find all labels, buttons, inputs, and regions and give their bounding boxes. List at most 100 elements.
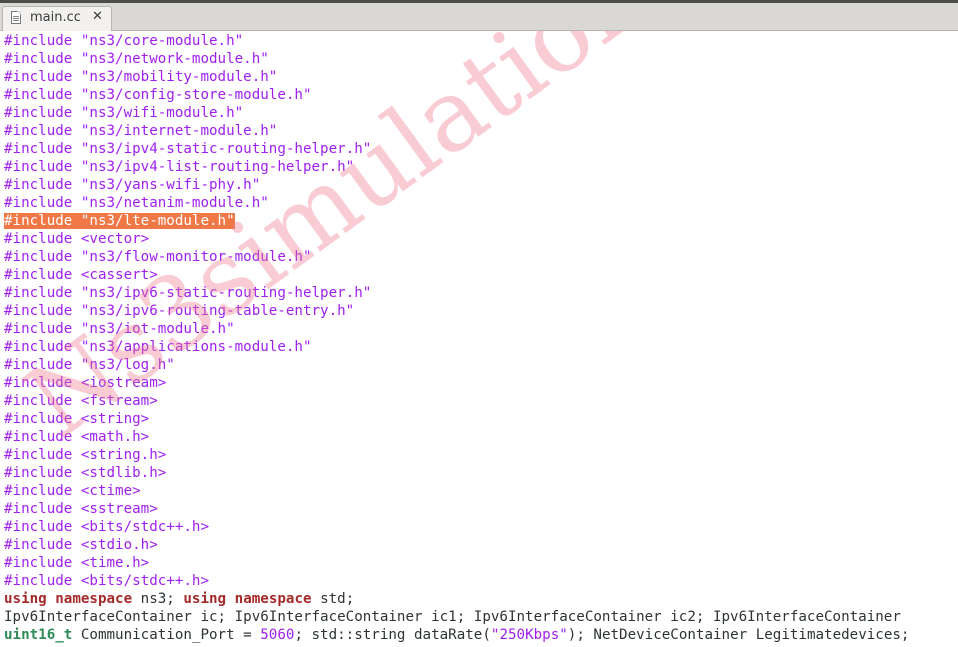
code-token-pre: #include <stdio.h> bbox=[4, 537, 158, 553]
code-line[interactable]: #include "ns3/ipv4-list-routing-helper.h… bbox=[4, 158, 909, 176]
code-line-text: Ipv6InterfaceContainer ic; Ipv6Interface… bbox=[4, 609, 901, 625]
code-line[interactable]: #include <bits/stdc++.h> bbox=[4, 518, 909, 536]
code-line[interactable]: #include "ns3/config-store-module.h" bbox=[4, 86, 909, 104]
code-line-text: #include <string.h> bbox=[4, 447, 166, 463]
code-line-text: #include <time.h> bbox=[4, 555, 149, 571]
code-line-text: #include <bits/stdc++.h> bbox=[4, 573, 209, 589]
code-line-text: #include "ns3/yans-wifi-phy.h" bbox=[4, 177, 260, 193]
code-line-text: #include <vector> bbox=[4, 231, 149, 247]
code-line-selected[interactable]: #include "ns3/lte-module.h" bbox=[4, 212, 909, 230]
code-line[interactable]: #include "ns3/netanim-module.h" bbox=[4, 194, 909, 212]
code-line[interactable]: #include "ns3/log.h" bbox=[4, 356, 909, 374]
code-line-text: #include <cassert> bbox=[4, 267, 158, 283]
code-line-text: #include "ns3/netanim-module.h" bbox=[4, 195, 269, 211]
code-token-pre: #include <stdlib.h> bbox=[4, 465, 167, 481]
code-token-plain: Ipv6InterfaceContainer ic; Ipv6Interface… bbox=[4, 609, 901, 625]
code-token-pre: #include <fstream> bbox=[4, 393, 158, 409]
code-text[interactable]: #include "ns3/core-module.h" #include "ns… bbox=[4, 32, 909, 644]
code-token-num: 5060 bbox=[260, 627, 295, 643]
code-token-pre: #include "ns3/mobility-module.h" bbox=[4, 69, 278, 85]
code-token-kw: using bbox=[183, 591, 227, 607]
code-line[interactable]: #include "ns3/internet-module.h" bbox=[4, 122, 909, 140]
code-editor[interactable]: #include "ns3/core-module.h" #include "ns… bbox=[0, 31, 958, 647]
code-token-pre: #include <bits/stdc++.h> bbox=[4, 519, 209, 535]
code-line-text: #include "ns3/applications-module.h" bbox=[4, 339, 312, 355]
code-token-pre: #include "ns3/ipv6-routing-table-entry.h… bbox=[4, 303, 355, 319]
code-token-kw: namespace bbox=[234, 591, 312, 607]
code-line[interactable]: #include "ns3/network-module.h" bbox=[4, 50, 909, 68]
code-line[interactable]: #include <string> bbox=[4, 410, 909, 428]
code-token-pre: #include <vector> bbox=[4, 231, 150, 247]
code-token-pre: #include "ns3/lte-module.h" bbox=[4, 213, 235, 229]
code-token-pre: #include "ns3/core-module.h" bbox=[4, 33, 244, 49]
code-line[interactable]: #include <ctime> bbox=[4, 482, 909, 500]
code-line-text: #include <string> bbox=[4, 411, 149, 427]
code-token-pre: #include "ns3/iot-module.h" bbox=[4, 321, 235, 337]
code-token-pre: #include "ns3/log.h" bbox=[4, 357, 175, 373]
code-token-pre: #include "ns3/flow-monitor-module.h" bbox=[4, 249, 312, 265]
code-line[interactable]: #include <vector> bbox=[4, 230, 909, 248]
code-line[interactable]: #include <stdio.h> bbox=[4, 536, 909, 554]
code-token-pre: #include "ns3/applications-module.h" bbox=[4, 339, 312, 355]
code-line-text: #include "ns3/config-store-module.h" bbox=[4, 87, 312, 103]
code-line[interactable]: #include "ns3/ipv6-static-routing-helper… bbox=[4, 284, 909, 302]
code-line[interactable]: #include <math.h> bbox=[4, 428, 909, 446]
code-line[interactable]: #include "ns3/applications-module.h" bbox=[4, 338, 909, 356]
code-line-text: #include "ns3/log.h" bbox=[4, 357, 175, 373]
code-line-text: #include "ns3/lte-module.h" bbox=[4, 213, 235, 229]
code-line-text: #include "ns3/mobility-module.h" bbox=[4, 69, 277, 85]
code-line[interactable]: #include "ns3/ipv6-routing-table-entry.h… bbox=[4, 302, 909, 320]
code-token-plain: ; std::string dataRate( bbox=[294, 627, 491, 643]
code-line-text: #include <stdio.h> bbox=[4, 537, 158, 553]
code-token-pre: #include "ns3/ipv4-list-routing-helper.h… bbox=[4, 159, 355, 175]
code-line[interactable]: #include "ns3/core-module.h" bbox=[4, 32, 909, 50]
code-line-text: #include "ns3/internet-module.h" bbox=[4, 123, 277, 139]
code-line-text: #include <stdlib.h> bbox=[4, 465, 166, 481]
close-icon[interactable]: ✕ bbox=[92, 9, 103, 25]
code-line[interactable]: Ipv6InterfaceContainer ic; Ipv6Interface… bbox=[4, 608, 909, 626]
code-token-pre: #include <time.h> bbox=[4, 555, 150, 571]
code-token-pre: #include <string.h> bbox=[4, 447, 167, 463]
code-line[interactable]: #include "ns3/flow-monitor-module.h" bbox=[4, 248, 909, 266]
code-line-text: using namespace ns3; using namespace std… bbox=[4, 591, 354, 607]
code-line[interactable]: #include <time.h> bbox=[4, 554, 909, 572]
code-token-pre: #include <sstream> bbox=[4, 501, 158, 517]
code-line[interactable]: #include <fstream> bbox=[4, 392, 909, 410]
code-line-text: #include <ctime> bbox=[4, 483, 141, 499]
code-line[interactable]: #include "ns3/mobility-module.h" bbox=[4, 68, 909, 86]
code-line[interactable]: #include <bits/stdc++.h> bbox=[4, 572, 909, 590]
code-line[interactable]: #include <sstream> bbox=[4, 500, 909, 518]
code-token-pre: #include "ns3/netanim-module.h" bbox=[4, 195, 269, 211]
code-line-text: #include <fstream> bbox=[4, 393, 158, 409]
code-line-text: #include <bits/stdc++.h> bbox=[4, 519, 209, 535]
code-line-text: #include "ns3/wifi-module.h" bbox=[4, 105, 243, 121]
code-line[interactable]: #include "ns3/ipv4-static-routing-helper… bbox=[4, 140, 909, 158]
code-token-str: "250Kbps" bbox=[490, 627, 568, 643]
code-line[interactable]: #include <iostream> bbox=[4, 374, 909, 392]
code-token-kw: using bbox=[4, 591, 47, 607]
tab-main-cc[interactable]: main.cc ✕ bbox=[2, 6, 112, 31]
code-token-plain: std; bbox=[311, 591, 355, 607]
code-token-pre: #include <math.h> bbox=[4, 429, 150, 445]
code-line-text: #include "ns3/ipv4-list-routing-helper.h… bbox=[4, 159, 354, 175]
code-token-pre: #include <bits/stdc++.h> bbox=[4, 573, 209, 589]
code-line[interactable]: #include "ns3/wifi-module.h" bbox=[4, 104, 909, 122]
code-line[interactable]: #include "ns3/iot-module.h" bbox=[4, 320, 909, 338]
code-line[interactable]: using namespace ns3; using namespace std… bbox=[4, 590, 909, 608]
code-line[interactable]: #include <cassert> bbox=[4, 266, 909, 284]
code-line-text: #include <iostream> bbox=[4, 375, 166, 391]
code-line-text: #include "ns3/flow-monitor-module.h" bbox=[4, 249, 312, 265]
code-line-text: #include "ns3/ipv6-routing-table-entry.h… bbox=[4, 303, 354, 319]
code-line[interactable]: #include <stdlib.h> bbox=[4, 464, 909, 482]
code-line-text: #include "ns3/ipv6-static-routing-helper… bbox=[4, 285, 371, 301]
code-token-pre: #include <cassert> bbox=[4, 267, 158, 283]
code-token-pre: #include <ctime> bbox=[4, 483, 141, 499]
code-line[interactable]: #include <string.h> bbox=[4, 446, 909, 464]
code-line-text: #include <sstream> bbox=[4, 501, 158, 517]
code-line[interactable]: uint16_t Communication_Port = 5060; std:… bbox=[4, 626, 909, 644]
code-line[interactable]: #include "ns3/yans-wifi-phy.h" bbox=[4, 176, 909, 194]
code-token-pre: #include "ns3/internet-module.h" bbox=[4, 123, 278, 139]
code-token-plain: ); NetDeviceContainer Legitimatedevices; bbox=[567, 627, 910, 643]
code-line-text: #include <math.h> bbox=[4, 429, 149, 445]
code-line-text: #include "ns3/network-module.h" bbox=[4, 51, 269, 67]
